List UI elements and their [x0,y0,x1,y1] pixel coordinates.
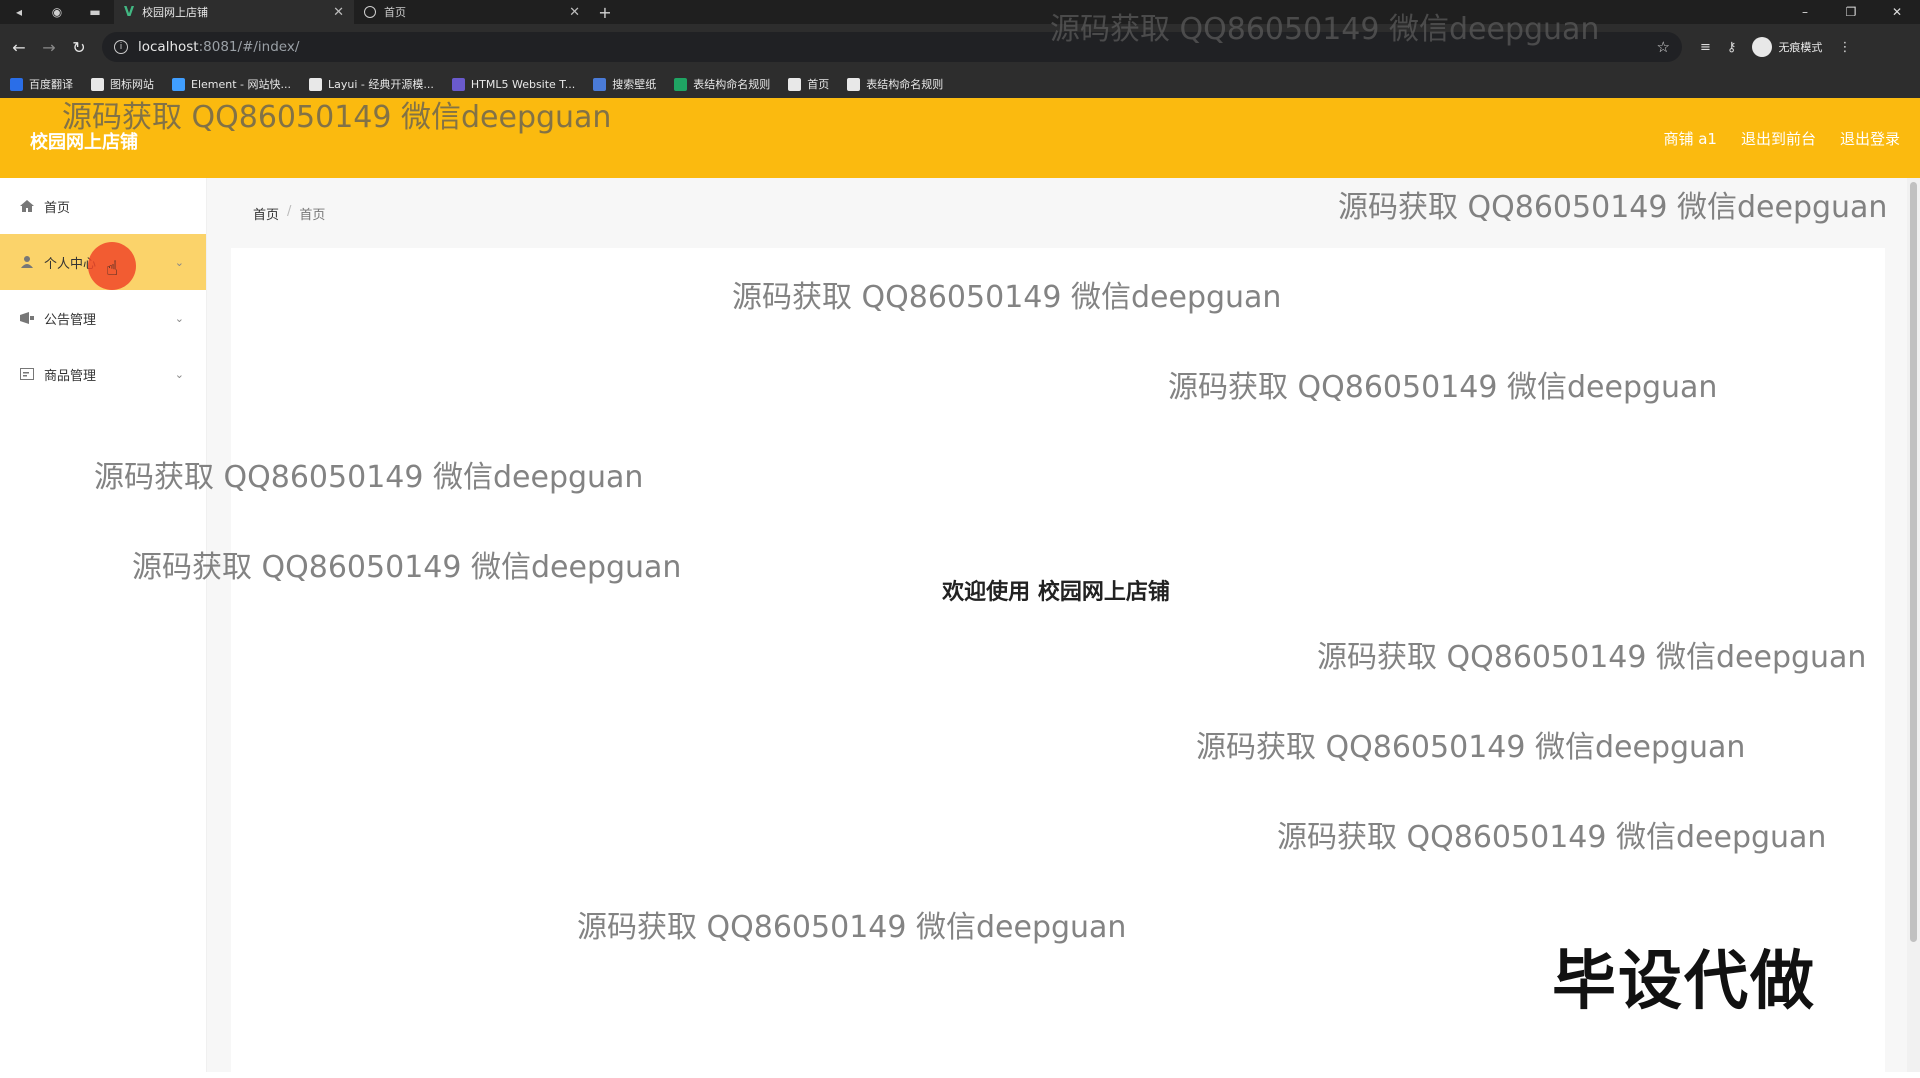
sidebar-item-home[interactable]: 首页 [0,178,206,234]
url-input[interactable]: i localhost:8081/#/index/ ☆ [102,32,1682,62]
bookmark-label: 图标网站 [110,78,154,91]
breadcrumb: 首页 / 首页 [253,204,325,223]
bookmark-item[interactable]: 搜索壁纸 [593,76,656,92]
bookmark-favicon-icon [847,77,861,91]
url-path: :8081/#/index/ [198,39,300,55]
sidebar-item-notice[interactable]: 公告管理 ⌄ [0,290,206,346]
page-scrollbar[interactable] [1907,178,1920,1072]
sidebar: 首页 个人中心 ☝ ⌄ 公告管理 ⌄ 商品管理 ⌄ [0,178,207,1072]
minimize-icon[interactable]: – [1782,0,1828,24]
reading-list-icon[interactable]: ≡ [1700,40,1711,55]
welcome-message: 欢迎使用 校园网上店铺 [942,580,1170,605]
back-to-frontend-link[interactable]: 退出到前台 [1741,128,1816,149]
bookmark-label: 首页 [807,78,830,91]
incognito-label: 无痕模式 [1778,41,1823,54]
vue-favicon-icon: V [124,4,135,20]
bookmark-favicon-icon [451,77,465,91]
close-tab-icon[interactable]: ✕ [569,5,580,20]
chevron-down-icon: ⌄ [174,255,184,269]
sidebar-item-label: 商品管理 [44,368,97,384]
scrollbar-thumb[interactable] [1910,182,1917,942]
browser-tab-active[interactable]: V 校园网上店铺 ✕ [114,0,354,24]
breadcrumb-root[interactable]: 首页 [253,204,279,223]
incognito-icon [1752,37,1773,57]
bookmark-label: Element - 网站快... [191,78,291,91]
bookmark-label: Layui - 经典开源模... [328,78,434,91]
menu-dots-icon[interactable]: ⋮ [1838,40,1851,55]
bookmark-favicon-icon [91,77,104,91]
bookmark-favicon-icon [309,77,322,91]
close-window-icon[interactable]: ✕ [1874,0,1920,24]
bookmark-item[interactable]: Element - 网站快... [172,76,291,92]
address-bar-row: ← → ↻ i localhost:8081/#/index/ ☆ ≡ ⚷ 无痕… [0,24,1920,70]
app-title: 校园网上店铺 [30,132,138,153]
tab-title: 首页 [384,6,406,19]
bookmark-label: 搜索壁纸 [612,78,657,91]
tab-title: 校园网上店铺 [142,6,209,19]
bookmark-label: 百度翻译 [29,78,73,91]
bookmark-star-icon[interactable]: ☆ [1657,38,1670,56]
reload-icon[interactable]: ↻ [64,38,94,57]
sidebar-item-goods[interactable]: 商品管理 ⌄ [0,346,206,402]
chevron-down-icon: ⌄ [174,311,184,325]
sidebar-item-personal-center[interactable]: 个人中心 ☝ ⌄ [0,234,206,290]
audio-icon[interactable]: ◂ [0,0,38,24]
key-icon[interactable]: ⚷ [1727,40,1737,55]
back-icon[interactable]: ← [4,38,34,57]
notice-icon [20,312,34,324]
bookmark-item[interactable]: 图标网站 [91,76,154,92]
bookmark-item[interactable]: HTML5 Website T... [451,77,576,91]
bookmark-item[interactable]: Layui - 经典开源模... [309,76,434,92]
bookmark-favicon-icon [172,77,185,91]
new-tab-button[interactable]: + [590,3,620,22]
bookmark-item[interactable]: 百度翻译 [10,76,73,92]
bookmark-favicon-icon [788,77,802,91]
user-icon [20,256,34,268]
bookmark-label: 表结构命名规则 [866,78,944,91]
home-icon [20,200,34,212]
app-header: 校园网上店铺 商铺 a1 退出到前台 退出登录 [0,98,1920,178]
shop-account-link[interactable]: 商铺 a1 [1663,128,1717,149]
url-host: localhost [138,39,199,55]
logout-link[interactable]: 退出登录 [1840,128,1900,149]
bookmark-favicon-icon [674,77,688,91]
bookmark-favicon-icon [10,77,23,91]
breadcrumb-current: 首页 [299,208,326,223]
bookmark-item[interactable]: 首页 [788,76,829,92]
bookmark-label: HTML5 Website T... [470,77,576,91]
bookmark-favicon-icon [593,77,607,91]
window-controls: – ❐ ✕ [1782,0,1920,24]
globe-icon[interactable]: ◉ [38,0,76,24]
sidebar-item-label: 首页 [44,200,71,216]
restore-icon[interactable]: ❐ [1828,0,1874,24]
close-tab-icon[interactable]: ✕ [333,5,344,20]
chevron-down-icon: ⌄ [174,367,184,381]
info-icon[interactable]: i [114,40,128,54]
bookmark-item[interactable]: 表结构命名规则 [847,76,943,92]
goods-icon [20,368,34,380]
forward-icon[interactable]: → [34,38,64,57]
stamp-text: 毕设代做 [1552,945,1816,1019]
bookmark-label: 表结构命名规则 [693,78,771,91]
globe-favicon-icon [364,6,376,18]
browser-tab[interactable]: 首页 ✕ [354,0,590,24]
browser-tabstrip: ◂ ◉ ▬ V 校园网上店铺 ✕ 首页 ✕ + – ❐ ✕ [0,0,1920,24]
bookmark-item[interactable]: 表结构命名规则 [674,76,770,92]
sidebar-item-label: 公告管理 [44,312,97,328]
breadcrumb-separator: / [287,204,292,219]
hand-cursor-icon: ☝ [106,256,119,280]
window-icon[interactable]: ▬ [76,0,114,24]
bookmarks-bar: 百度翻译 图标网站 Element - 网站快... Layui - 经典开源模...… [0,70,1920,98]
incognito-indicator[interactable]: 无痕模式 [1752,37,1822,57]
